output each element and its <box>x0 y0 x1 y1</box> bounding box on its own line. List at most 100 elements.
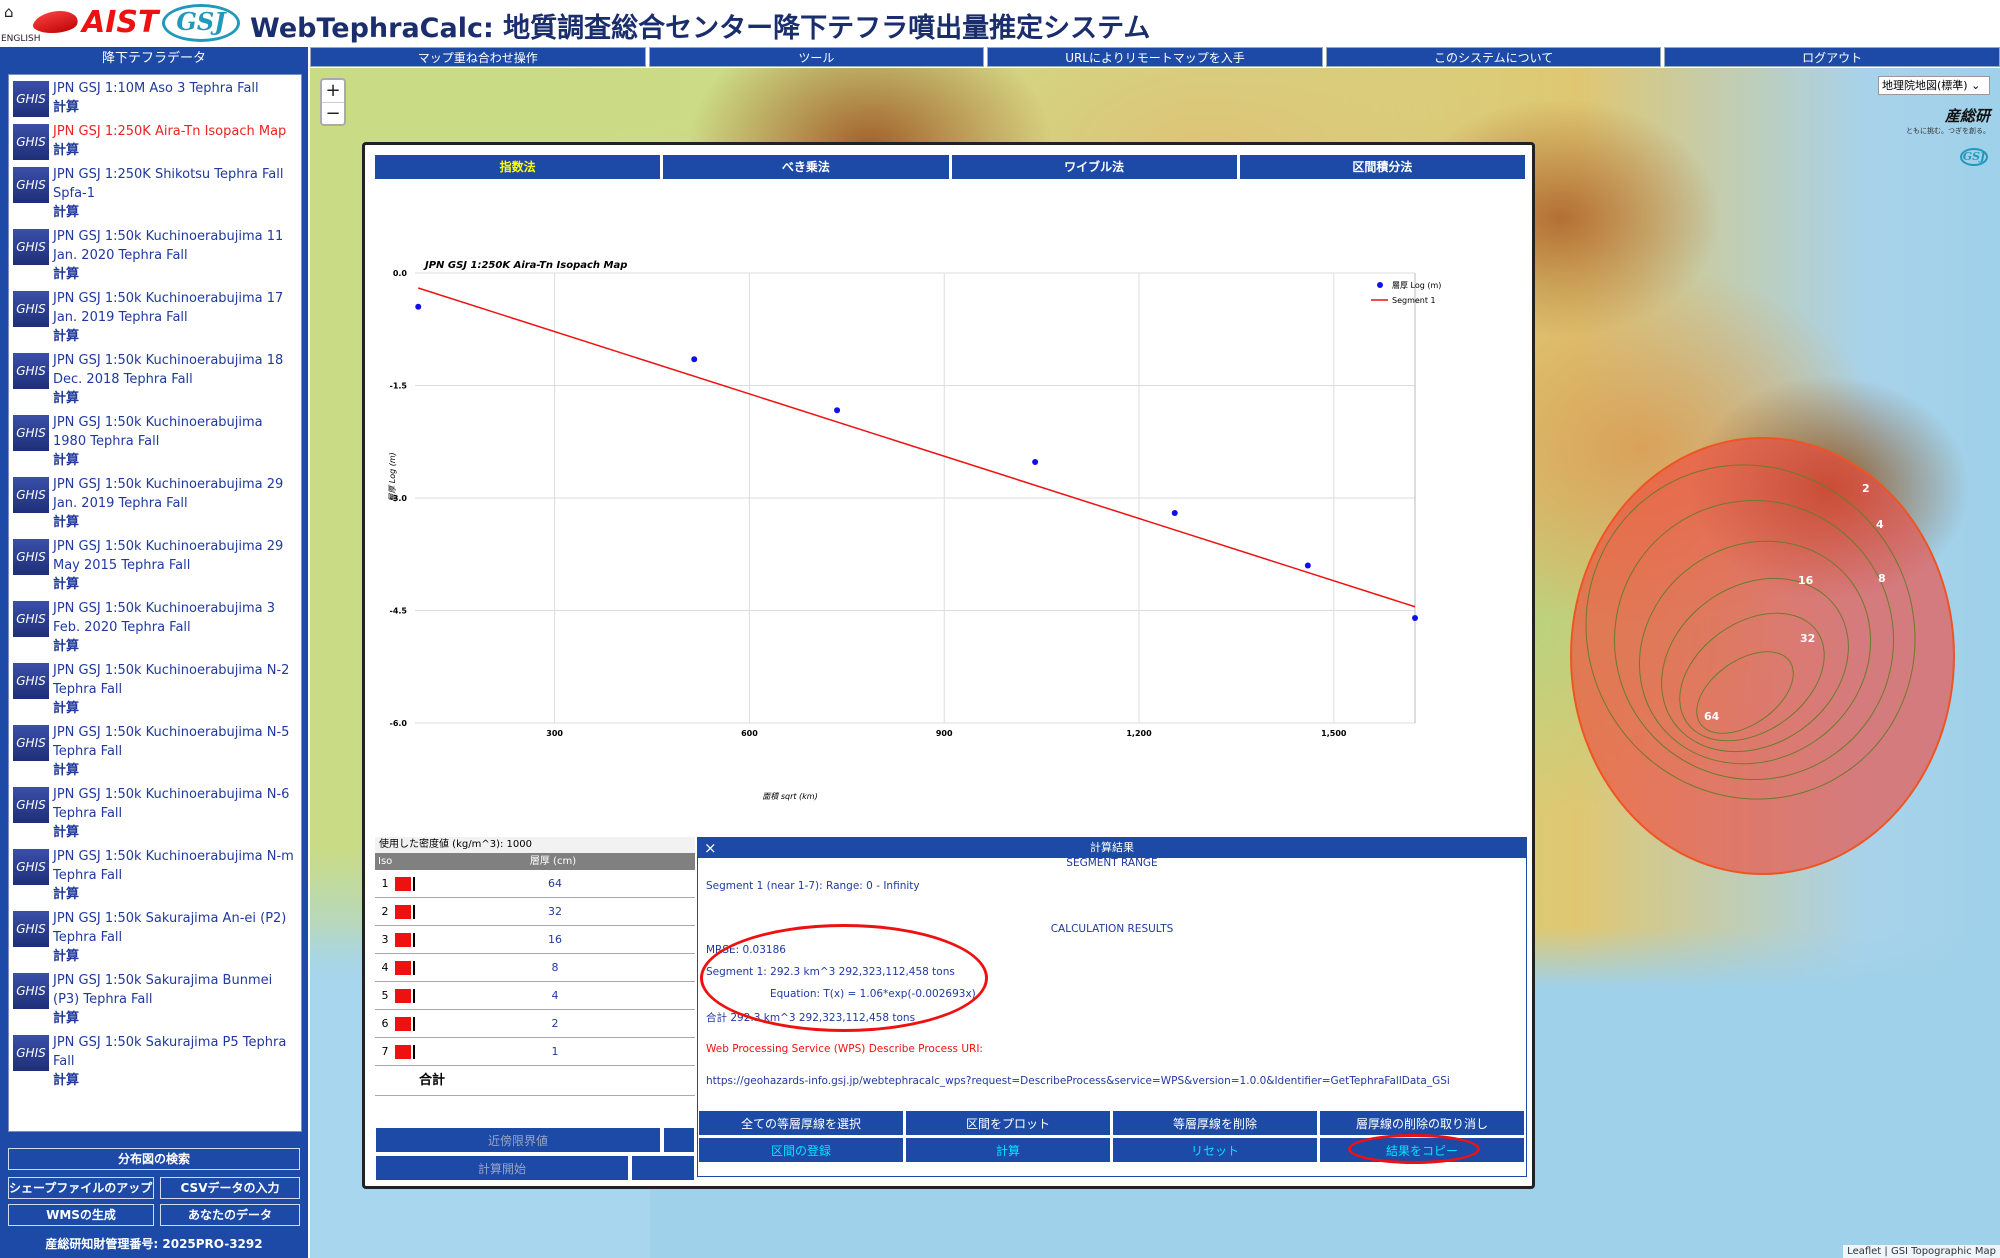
calc-link[interactable]: 計算 <box>53 637 297 657</box>
list-item[interactable]: GHIS JPN GSJ 1:50k Kuchinoerabujima N-5 T… <box>9 719 301 781</box>
data-point <box>415 303 422 310</box>
map-type-select[interactable]: 地理院地図(標準) ⌄ <box>1878 76 1990 95</box>
list-item[interactable]: GHIS JPN GSJ 1:50k Kuchinoerabujima 3 Feb… <box>9 595 301 657</box>
wps-url[interactable]: https://geohazards-info.gsj.jp/webtephra… <box>706 1075 1450 1087</box>
table-row[interactable]: 1 64 <box>375 870 695 898</box>
table-row[interactable]: 48 <box>375 954 695 982</box>
item-name[interactable]: JPN GSJ 1:50k Sakurajima Bunmei (P3) Tep… <box>53 971 297 1009</box>
calc-link[interactable]: 計算 <box>53 947 297 967</box>
color-swatch[interactable] <box>395 876 411 891</box>
table-row[interactable]: 62 <box>375 1010 695 1038</box>
action-button-1[interactable]: 区間をプロット <box>905 1110 1111 1136</box>
zoom-out-button[interactable]: − <box>322 103 344 125</box>
tab-0[interactable]: 指数法 <box>375 155 661 179</box>
calc-link[interactable]: 計算 <box>53 761 297 781</box>
map-search-button[interactable]: 分布図の検索 <box>8 1148 300 1170</box>
calc-link[interactable]: 計算 <box>53 389 297 409</box>
your-data-button[interactable]: あなたのデータ <box>160 1204 300 1226</box>
item-name[interactable]: JPN GSJ 1:250K Shikotsu Tephra Fall Spfa… <box>53 165 297 203</box>
home-icon[interactable]: ⌂ <box>4 3 14 21</box>
color-swatch[interactable] <box>395 904 411 919</box>
zoom-in-button[interactable]: + <box>322 80 344 103</box>
item-name[interactable]: JPN GSJ 1:50k Kuchinoerabujima 29 May 20… <box>53 537 297 575</box>
tephra-data-list[interactable]: GHIS JPN GSJ 1:10M Aso 3 Tephra Fall 計算 GHI… <box>8 74 302 1132</box>
item-name[interactable]: JPN GSJ 1:50k Kuchinoerabujima 3 Feb. 20… <box>53 599 297 637</box>
color-swatch[interactable] <box>395 1016 411 1031</box>
calc-link[interactable]: 計算 <box>53 141 297 161</box>
action-button-2[interactable]: 等層厚線を削除 <box>1112 1110 1318 1136</box>
calc-link[interactable]: 計算 <box>53 513 297 533</box>
calc-link[interactable]: 計算 <box>53 1009 297 1029</box>
tab-1[interactable]: べき乗法 <box>663 155 949 179</box>
nav-logout[interactable]: ログアウト <box>1664 47 2000 67</box>
calc-link[interactable]: 計算 <box>53 265 297 285</box>
item-name[interactable]: JPN GSJ 1:50k Kuchinoerabujima N-5 Tephr… <box>53 723 297 761</box>
nav-about[interactable]: このシステムについて <box>1325 47 1662 67</box>
near-limit-extra[interactable] <box>663 1127 695 1153</box>
calc-link[interactable]: 計算 <box>53 885 297 905</box>
calc-link[interactable]: 計算 <box>53 575 297 595</box>
table-row[interactable]: 54 <box>375 982 695 1010</box>
wps-label: Web Processing Service (WPS) Describe Pr… <box>706 1043 983 1055</box>
calc-link[interactable]: 計算 <box>53 1071 297 1091</box>
calc-link[interactable]: 計算 <box>53 823 297 843</box>
table-row[interactable]: 71 <box>375 1038 695 1066</box>
calc-link[interactable]: 計算 <box>53 203 297 223</box>
item-name[interactable]: JPN GSJ 1:50k Kuchinoerabujima N-6 Tephr… <box>53 785 297 823</box>
item-name[interactable]: JPN GSJ 1:50k Kuchinoerabujima 18 Dec. 2… <box>53 351 297 389</box>
start-calc-button[interactable]: 計算開始 <box>375 1155 629 1181</box>
item-name[interactable]: JPN GSJ 1:50k Sakurajima P5 Tephra Fall <box>53 1033 297 1071</box>
near-limit-button[interactable]: 近傍限界値 <box>375 1127 661 1153</box>
action-button-3[interactable]: 層厚線の削除の取り消し <box>1319 1110 1525 1136</box>
item-name[interactable]: JPN GSJ 1:250K Aira-Tn Isopach Map <box>53 122 297 141</box>
item-name[interactable]: JPN GSJ 1:50k Sakurajima An-ei (P2) Teph… <box>53 909 297 947</box>
nav-map-overlay[interactable]: マップ重ね合わせ操作 <box>310 47 646 67</box>
color-swatch[interactable] <box>395 960 411 975</box>
list-item[interactable]: GHIS JPN GSJ 1:50k Sakurajima Bunmei (P3)… <box>9 967 301 1029</box>
calc-link[interactable]: 計算 <box>53 699 297 719</box>
list-item[interactable]: GHIS JPN GSJ 1:50k Kuchinoerabujima 18 De… <box>9 347 301 409</box>
tab-2[interactable]: ワイブル法 <box>951 155 1237 179</box>
item-name[interactable]: JPN GSJ 1:50k Kuchinoerabujima 17 Jan. 2… <box>53 289 297 327</box>
item-name[interactable]: JPN GSJ 1:50k Kuchinoerabujima 1980 Teph… <box>53 413 297 451</box>
color-swatch[interactable] <box>395 1044 411 1059</box>
map-attribution[interactable]: Leaflet | GSI Topographic Map <box>1843 1245 2000 1258</box>
tab-3[interactable]: 区間積分法 <box>1239 155 1525 179</box>
list-item[interactable]: GHIS JPN GSJ 1:50k Kuchinoerabujima N-6 T… <box>9 781 301 843</box>
list-item[interactable]: GHIS JPN GSJ 1:250K Shikotsu Tephra Fall … <box>9 161 301 223</box>
list-item[interactable]: GHIS JPN GSJ 1:50k Kuchinoerabujima 29 Ja… <box>9 471 301 533</box>
list-item[interactable]: GHIS JPN GSJ 1:50k Kuchinoerabujima N-m T… <box>9 843 301 905</box>
item-name[interactable]: JPN GSJ 1:50k Kuchinoerabujima 29 Jan. 2… <box>53 475 297 513</box>
list-item[interactable]: GHIS JPN GSJ 1:50k Kuchinoerabujima 11 Ja… <box>9 223 301 285</box>
item-name[interactable]: JPN GSJ 1:10M Aso 3 Tephra Fall <box>53 79 297 98</box>
calc-link[interactable]: 計算 <box>53 451 297 471</box>
item-name[interactable]: JPN GSJ 1:50k Kuchinoerabujima 11 Jan. 2… <box>53 227 297 265</box>
list-item[interactable]: GHIS JPN GSJ 1:50k Kuchinoerabujima 17 Ja… <box>9 285 301 347</box>
list-item[interactable]: GHIS JPN GSJ 1:50k Sakurajima An-ei (P2) … <box>9 905 301 967</box>
action-button-2-1[interactable]: 計算 <box>905 1137 1111 1163</box>
list-item[interactable]: GHIS JPN GSJ 1:250K Aira-Tn Isopach Map 計算 <box>9 118 301 161</box>
calc-link[interactable]: 計算 <box>53 327 297 347</box>
wms-generate-button[interactable]: WMSの生成 <box>8 1204 154 1226</box>
action-button-0[interactable]: 全ての等層厚線を選択 <box>698 1110 904 1136</box>
list-item[interactable]: GHIS JPN GSJ 1:10M Aso 3 Tephra Fall 計算 <box>9 75 301 118</box>
color-swatch[interactable] <box>395 988 411 1003</box>
list-item[interactable]: GHIS JPN GSJ 1:50k Kuchinoerabujima N-2 T… <box>9 657 301 719</box>
list-item[interactable]: GHIS JPN GSJ 1:50k Sakurajima P5 Tephra F… <box>9 1029 301 1091</box>
csv-input-button[interactable]: CSVデータの入力 <box>160 1177 300 1199</box>
shapefile-upload-button[interactable]: シェープファイルのアップロード <box>8 1177 154 1199</box>
start-calc-extra[interactable] <box>631 1155 695 1181</box>
table-row[interactable]: 3 16 <box>375 926 695 954</box>
nav-remote-map[interactable]: URLによりリモートマップを入手 <box>987 47 1323 67</box>
list-item[interactable]: GHIS JPN GSJ 1:50k Kuchinoerabujima 29 Ma… <box>9 533 301 595</box>
close-icon[interactable]: × <box>704 838 717 858</box>
calc-link[interactable]: 計算 <box>53 98 297 118</box>
nav-tools[interactable]: ツール <box>648 47 985 67</box>
action-button-2-0[interactable]: 区間の登録 <box>698 1137 904 1163</box>
action-button-2-2[interactable]: リセット <box>1112 1137 1318 1163</box>
table-row[interactable]: 2 32 <box>375 898 695 926</box>
item-name[interactable]: JPN GSJ 1:50k Kuchinoerabujima N-2 Tephr… <box>53 661 297 699</box>
list-item[interactable]: GHIS JPN GSJ 1:50k Kuchinoerabujima 1980 … <box>9 409 301 471</box>
color-swatch[interactable] <box>395 932 411 947</box>
item-name[interactable]: JPN GSJ 1:50k Kuchinoerabujima N-m Tephr… <box>53 847 297 885</box>
